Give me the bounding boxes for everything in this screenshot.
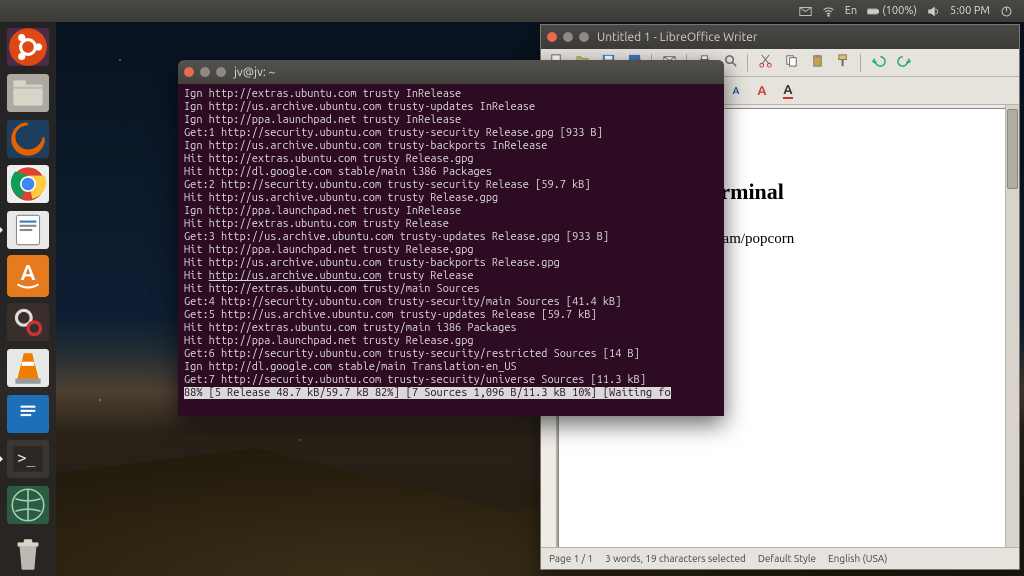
wifi-indicator[interactable] [822,5,835,18]
trash-icon [7,536,49,574]
cut-button[interactable] [754,52,776,74]
close-icon[interactable] [184,67,194,77]
maximize-icon[interactable] [579,32,589,42]
terminal-line: Ign http://us.archive.ubuntu.com trusty-… [184,101,718,114]
toolbar-separator [860,54,861,72]
terminal-line: Hit http://extras.ubuntu.com trusty Rele… [184,218,718,231]
terminal-line: Ign http://ppa.launchpad.net trusty InRe… [184,114,718,127]
writer-titlebar[interactable]: Untitled 1 - LibreOffice Writer [541,25,1019,49]
battery-indicator[interactable]: (100%) [867,5,917,18]
terminal-line: Hit http://extras.ubuntu.com trusty Rele… [184,153,718,166]
amazon-app[interactable]: A [5,255,51,297]
ubuntu-icon [7,28,49,66]
close-icon[interactable] [547,32,557,42]
chrome-app[interactable] [5,163,51,205]
terminal-line: Ign http://us.archive.ubuntu.com trusty-… [184,140,718,153]
trash-app[interactable] [5,534,51,576]
font-color-button[interactable]: A [777,80,799,102]
minimize-icon[interactable] [563,32,573,42]
undo-button[interactable] [867,52,889,74]
writer-title: Untitled 1 - LibreOffice Writer [597,31,757,44]
terminal-line: Ign http://ppa.launchpad.net trusty InRe… [184,205,718,218]
undo-icon [871,53,886,72]
scrollbar-thumb[interactable] [1007,109,1018,189]
globe-icon [7,486,49,524]
status-word-count: 3 words, 19 characters selected [605,553,746,564]
redo-icon [897,53,912,72]
terminal-line: Ign http://extras.ubuntu.com trusty InRe… [184,88,718,101]
preview-icon [723,53,738,72]
terminal-line: Hit http://us.archive.ubuntu.com trusty … [184,270,718,283]
terminal-line: Hit http://dl.google.com stable/main i38… [184,166,718,179]
gears-icon [7,303,49,341]
top-panel: En (100%) 5:00 PM [0,0,1024,22]
terminal-line: Get:3 http://us.archive.ubuntu.com trust… [184,231,718,244]
terminal-title: jv@jv: ~ [234,66,275,79]
terminal-app[interactable]: >_ [5,438,51,480]
terminal-line: Hit http://extras.ubuntu.com trusty/main… [184,283,718,296]
session-indicator[interactable] [1000,5,1013,18]
toolbar-separator [747,54,748,72]
browser-app[interactable] [5,484,51,526]
terminal-line: Hit http://ppa.launchpad.net trusty Rele… [184,335,718,348]
unity-launcher: A >_ [0,22,56,576]
minimize-icon[interactable] [200,67,210,77]
terminal-output[interactable]: Ign http://extras.ubuntu.com trusty InRe… [178,84,724,416]
libreoffice-writer-app[interactable] [5,209,51,251]
highlight-button[interactable]: A [751,80,773,102]
svg-text:>_: >_ [18,451,36,468]
terminal-line: Hit http://us.archive.ubuntu.com trusty … [184,192,718,205]
vlc-app[interactable] [5,347,51,389]
status-style: Default Style [758,553,816,564]
terminal-line: Ign http://dl.google.com stable/main Tra… [184,361,718,374]
format-paint-button[interactable] [832,52,854,74]
firefox-app[interactable] [5,118,51,160]
paste-button[interactable] [806,52,828,74]
terminal-titlebar[interactable]: jv@jv: ~ [178,60,724,84]
terminal-line: 88% [5 Release 48.7 kB/59.7 kB 82%] [7 S… [184,387,718,400]
amazon-icon: A [7,257,49,295]
clock-label: 5:00 PM [950,5,990,17]
terminal-line: Get:4 http://security.ubuntu.com trusty-… [184,296,718,309]
language-indicator-label: En [845,5,857,17]
terminal-icon: >_ [7,440,49,478]
doc-icon [7,395,49,433]
mail-indicator[interactable] [799,5,812,18]
terminal-line: Get:1 http://security.ubuntu.com trusty-… [184,127,718,140]
document-app[interactable] [5,393,51,435]
status-page: Page 1 / 1 [549,553,593,564]
paste-icon [810,53,825,72]
chrome-icon [7,165,49,203]
terminal-line: Get:7 http://security.ubuntu.com trusty-… [184,374,718,387]
gnome-terminal-window[interactable]: jv@jv: ~ Ign http://extras.ubuntu.com tr… [178,60,724,416]
terminal-line: Get:6 http://security.ubuntu.com trusty-… [184,348,718,361]
copy-button[interactable] [780,52,802,74]
terminal-line: Hit http://extras.ubuntu.com trusty/main… [184,322,718,335]
terminal-line: Hit http://us.archive.ubuntu.com trusty-… [184,257,718,270]
shrink-font-button[interactable]: A [725,80,747,102]
redo-button[interactable] [893,52,915,74]
terminal-line: Get:2 http://security.ubuntu.com trusty-… [184,179,718,192]
vlc-icon [7,349,49,387]
files-app[interactable] [5,72,51,114]
dash-button[interactable] [5,26,51,68]
cut-icon [758,53,773,72]
files-icon [7,74,49,112]
sound-indicator[interactable] [927,5,940,18]
format-paint-icon [836,53,851,72]
clock-indicator[interactable]: 5:00 PM [950,5,990,17]
vertical-scrollbar[interactable] [1005,105,1019,547]
firefox-icon [7,120,49,158]
battery-percentage-label: (100%) [882,5,917,17]
copy-icon [784,53,799,72]
writer-statusbar: Page 1 / 1 3 words, 19 characters select… [541,547,1019,569]
terminal-line: Get:5 http://us.archive.ubuntu.com trust… [184,309,718,322]
software-center-app[interactable] [5,301,51,343]
status-language: English (USA) [828,553,887,564]
svg-text:A: A [21,260,36,284]
terminal-line: Hit http://ppa.launchpad.net trusty Rele… [184,244,718,257]
language-indicator[interactable]: En [845,5,857,17]
writer-icon [7,211,49,249]
maximize-icon[interactable] [216,67,226,77]
